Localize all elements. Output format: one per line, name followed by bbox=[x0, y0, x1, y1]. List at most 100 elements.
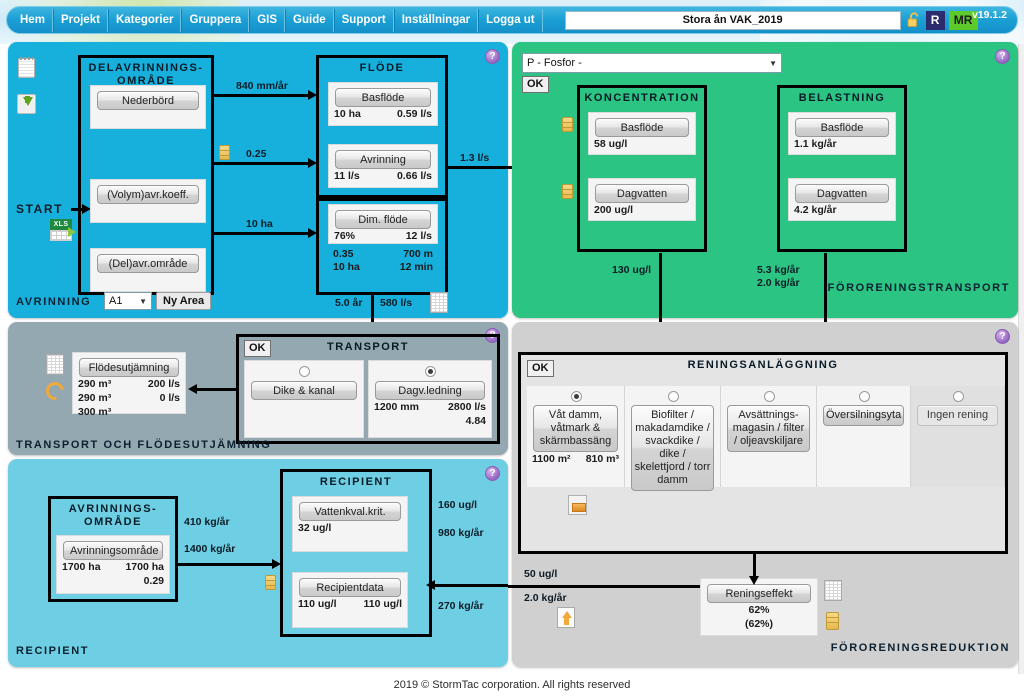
basflode-flow-button[interactable]: Basflöde bbox=[335, 88, 431, 107]
help-icon-rening[interactable]: ? bbox=[995, 329, 1010, 344]
oversilningsyta-button[interactable]: Översilningsyta bbox=[823, 405, 904, 426]
transport-doc-icon[interactable] bbox=[46, 354, 64, 375]
notes-icon[interactable] bbox=[18, 57, 35, 78]
fororening-footer-text: Föroreningstransport bbox=[827, 282, 1010, 294]
catchment-title: Avrinnings-område bbox=[68, 503, 158, 528]
dagvledning-button[interactable]: Dagv.ledning bbox=[375, 381, 485, 400]
project-name-field[interactable]: Stora ån VAK_2019 bbox=[564, 10, 901, 30]
version-label: v19.1.2 bbox=[971, 9, 1007, 21]
catchment-r1-left: 1700 ha bbox=[62, 561, 101, 573]
volym-avrkoeff-button[interactable]: (Volym)avr.koeff. bbox=[97, 185, 199, 204]
dim-flode-left: 76% bbox=[334, 230, 356, 242]
vattenkval-left: 32 ug/l bbox=[298, 522, 332, 534]
nav-logga-ut[interactable]: Logga ut bbox=[478, 8, 543, 32]
radio-biofilter[interactable] bbox=[668, 391, 679, 402]
nederbord-button[interactable]: Nederbörd bbox=[97, 91, 199, 110]
dagvledning-row2: 4.84 bbox=[369, 414, 491, 428]
nav-projekt[interactable]: Projekt bbox=[52, 8, 108, 32]
reningseffekt-button[interactable]: Reningseffekt bbox=[707, 584, 811, 603]
reningseffekt-doc-icon[interactable] bbox=[824, 580, 842, 601]
refresh-icon[interactable] bbox=[42, 378, 68, 404]
nav-hem[interactable]: Hem bbox=[13, 8, 53, 32]
transport-ok-button[interactable]: OK bbox=[244, 340, 271, 357]
radio-avsattningsmagasin[interactable] bbox=[764, 391, 775, 402]
area-select[interactable]: A1 ▼ bbox=[104, 292, 152, 310]
catchment-r2-right: 0.29 bbox=[143, 575, 164, 587]
new-area-button[interactable]: Ny Area bbox=[156, 292, 212, 310]
area-value: 10 ha bbox=[246, 218, 273, 230]
rening-option-vat-damm[interactable]: Våt damm, våtmark & skärmbassäng 1100 m²… bbox=[527, 386, 625, 487]
konc-basflode-button[interactable]: Basflöde bbox=[595, 118, 689, 137]
help-icon-fororening[interactable]: ? bbox=[995, 49, 1010, 64]
database-icon-recipient[interactable] bbox=[265, 575, 276, 590]
bel-basflode-button[interactable]: Basflöde bbox=[795, 118, 889, 137]
nederbord-values bbox=[91, 110, 205, 111]
load-output-1: 5.3 kg/år bbox=[757, 264, 800, 276]
rening-option-avsattningsmagasin[interactable]: Avsättnings-magasin / filter / oljeavski… bbox=[721, 386, 817, 487]
field-nederbord: Nederbörd bbox=[90, 85, 206, 129]
database-icon-konc-dag[interactable] bbox=[562, 184, 573, 199]
del-avromrade-button[interactable]: (Del)avr.område bbox=[97, 254, 199, 273]
database-icon-konc-bas[interactable] bbox=[562, 117, 573, 132]
biofilter-button[interactable]: Biofilter / makadamdike / svackdike / di… bbox=[631, 405, 714, 491]
rening-option-oversilningsyta[interactable]: Översilningsyta bbox=[817, 386, 911, 487]
avrinning-flow-button[interactable]: Avrinning bbox=[335, 150, 431, 169]
recipient-in-2: 1400 kg/år bbox=[184, 543, 236, 555]
recipient-in-line bbox=[176, 563, 276, 566]
dim-flode-row3: 10 ha 12 min bbox=[328, 260, 438, 274]
transport-panel: ? Flödesutjämning 290 m³ 200 l/s 290 m³ … bbox=[8, 322, 508, 455]
radio-ingen-rening[interactable] bbox=[953, 391, 964, 402]
nav-support[interactable]: Support bbox=[333, 8, 394, 32]
vat-damm-right: 810 m³ bbox=[585, 453, 619, 465]
field-avrinningsomrade: Avrinningsområde 1700 ha 1700 ha 0.29 bbox=[56, 535, 170, 594]
avsattningsmagasin-button[interactable]: Avsättnings-magasin / filter / oljeavski… bbox=[727, 405, 810, 452]
avrinningsomrade-button[interactable]: Avrinningsområde bbox=[63, 541, 163, 560]
field-flodesutjamning: Flödesutjämning 290 m³ 200 l/s 290 m³ 0 … bbox=[72, 352, 186, 418]
load-group: Belastning bbox=[777, 85, 907, 252]
database-icon-rening[interactable] bbox=[826, 612, 839, 630]
database-icon-coeff[interactable] bbox=[219, 145, 230, 160]
pollutant-ok-button[interactable]: OK bbox=[522, 76, 549, 93]
report-doc-icon[interactable] bbox=[430, 292, 448, 313]
nav-guide[interactable]: Guide bbox=[285, 8, 334, 32]
radio-oversilningsyta[interactable] bbox=[859, 391, 870, 402]
reningseffekt-value2: (62%) bbox=[744, 618, 773, 630]
page-footer: 2019 © StormTac corporation. All rights … bbox=[0, 674, 1024, 696]
nav-gruppera[interactable]: Gruppera bbox=[181, 8, 250, 32]
radio-vat-damm[interactable] bbox=[571, 391, 582, 402]
rening-ok-button[interactable]: OK bbox=[527, 360, 554, 377]
konc-dagvatten-button[interactable]: Dagvatten bbox=[595, 184, 689, 203]
nav-kategorier[interactable]: Kategorier bbox=[107, 8, 182, 32]
folder-icon-rening[interactable] bbox=[568, 495, 587, 515]
equalization-row-1: 290 m³ 200 l/s bbox=[73, 377, 185, 391]
nav-installningar[interactable]: Inställningar bbox=[393, 8, 479, 32]
excel-export-icon[interactable]: XLS bbox=[50, 219, 76, 241]
bel-dagvatten-val: 4.2 kg/år bbox=[794, 204, 837, 216]
upload-icon[interactable] bbox=[557, 607, 575, 628]
recipientdata-button[interactable]: Recipientdata bbox=[299, 578, 401, 597]
page-scrollbar[interactable] bbox=[1018, 44, 1024, 674]
avrinning-flow-left: 11 l/s bbox=[334, 170, 360, 182]
vattenkval-krit-button[interactable]: Vattenkval.krit. bbox=[299, 502, 401, 521]
pollutant-select[interactable]: P - Fosfor - ▼ bbox=[522, 53, 782, 73]
help-icon-recipient[interactable]: ? bbox=[485, 466, 500, 481]
nav-gis[interactable]: GIS bbox=[249, 8, 286, 32]
help-icon-avrinning[interactable]: ? bbox=[485, 49, 500, 64]
download-icon[interactable] bbox=[17, 94, 36, 114]
unlocked-padlock-icon[interactable] bbox=[907, 12, 922, 28]
ingen-rening-button[interactable]: Ingen rening bbox=[917, 405, 998, 426]
radio-dike-kanal[interactable] bbox=[299, 366, 310, 377]
radio-dagvledning[interactable] bbox=[425, 366, 436, 377]
badge-r[interactable]: R bbox=[925, 10, 945, 30]
flow-title: Flöde bbox=[359, 62, 405, 74]
rening-option-biofilter[interactable]: Biofilter / makadamdike / svackdike / di… bbox=[625, 386, 721, 491]
vat-damm-button[interactable]: Våt damm, våtmark & skärmbassäng bbox=[533, 405, 618, 452]
rening-option-ingen-rening[interactable]: Ingen rening bbox=[911, 386, 1005, 487]
dim-flode-right: 12 l/s bbox=[405, 230, 432, 242]
bel-dagvatten-button[interactable]: Dagvatten bbox=[795, 184, 889, 203]
flodesutjamning-button[interactable]: Flödesutjämning bbox=[79, 358, 179, 377]
dike-kanal-button[interactable]: Dike & kanal bbox=[251, 381, 357, 400]
recipientdata-right: 110 ug/l bbox=[363, 598, 402, 610]
avromrade-values bbox=[91, 273, 205, 274]
dim-flode-button[interactable]: Dim. flöde bbox=[335, 210, 431, 229]
